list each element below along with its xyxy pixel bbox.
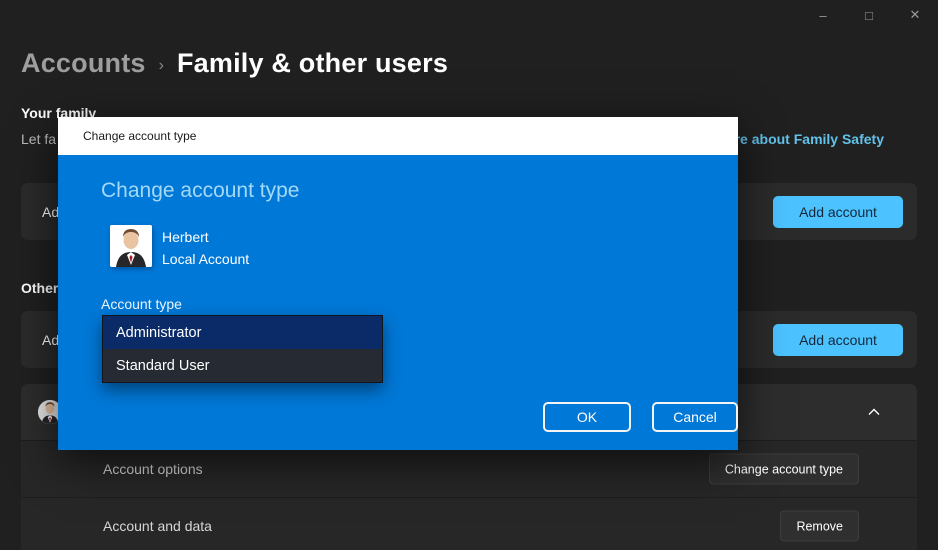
dropdown-option-administrator[interactable]: Administrator bbox=[103, 316, 382, 349]
breadcrumb: Accounts › Family & other users bbox=[21, 48, 448, 79]
person-avatar-icon bbox=[110, 225, 152, 267]
other-users-heading: Other bbox=[21, 280, 58, 296]
ok-button[interactable]: OK bbox=[543, 402, 631, 432]
account-and-data-row: Account and data Remove bbox=[21, 497, 917, 550]
dialog-user-name: Herbert bbox=[162, 229, 209, 245]
dropdown-option-standard-user[interactable]: Standard User bbox=[103, 349, 382, 382]
dialog-heading: Change account type bbox=[101, 179, 299, 203]
maximize-button[interactable]: □ bbox=[846, 0, 892, 30]
close-button[interactable]: ✕ bbox=[892, 0, 938, 30]
dialog-body: Change account type Herbert Local Accoun… bbox=[58, 155, 738, 450]
cancel-button[interactable]: Cancel bbox=[652, 402, 738, 432]
chevron-up-icon[interactable] bbox=[867, 408, 881, 417]
page-title: Family & other users bbox=[177, 48, 448, 79]
settings-window: – □ ✕ Accounts › Family & other users Yo… bbox=[0, 0, 938, 550]
breadcrumb-separator-icon: › bbox=[159, 52, 164, 75]
dialog-user-account-type: Local Account bbox=[162, 251, 249, 267]
family-description-text: Let fa bbox=[21, 131, 56, 147]
breadcrumb-accounts[interactable]: Accounts bbox=[21, 48, 146, 79]
dialog-titlebar-title: Change account type bbox=[83, 129, 196, 143]
remove-button[interactable]: Remove bbox=[780, 511, 859, 542]
account-options-label: Account options bbox=[103, 461, 203, 477]
account-type-dropdown[interactable]: Administrator Standard User bbox=[102, 315, 383, 383]
dialog-titlebar[interactable]: Change account type bbox=[58, 117, 738, 155]
dialog-user-avatar bbox=[110, 225, 152, 267]
add-account-button-family[interactable]: Add account bbox=[773, 196, 903, 228]
change-account-type-dialog: Change account type Change account type … bbox=[58, 117, 738, 450]
minimize-button[interactable]: – bbox=[800, 0, 846, 30]
account-type-label: Account type bbox=[101, 296, 182, 312]
account-and-data-label: Account and data bbox=[103, 518, 212, 534]
family-safety-link[interactable]: re about Family Safety bbox=[735, 131, 884, 147]
change-account-type-button[interactable]: Change account type bbox=[709, 454, 859, 485]
window-controls: – □ ✕ bbox=[800, 0, 938, 30]
add-account-button-other[interactable]: Add account bbox=[773, 324, 903, 356]
